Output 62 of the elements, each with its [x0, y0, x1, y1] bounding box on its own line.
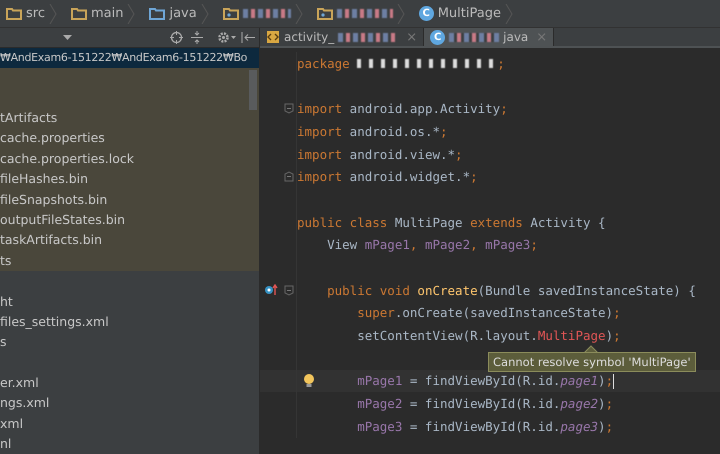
- code-line: mPage3 = findViewById(R.id.page3);: [356, 418, 614, 434]
- chevron-separator-icon: [396, 4, 405, 24]
- chevron-separator-icon: [294, 4, 303, 24]
- tree-item[interactable]: ts: [0, 250, 259, 272]
- tree-item[interactable]: fileSnapshots.bin: [0, 190, 259, 210]
- tree-item[interactable]: er.xml: [0, 373, 259, 394]
- package-folder-icon: [316, 7, 333, 20]
- scrollbar-thumb[interactable]: [249, 70, 257, 110]
- code-line: setContentView(R.layout.MultiPage);: [356, 328, 621, 344]
- tree-item[interactable]: cache.properties: [0, 128, 259, 149]
- code-line: super.onCreate(savedInstanceState);: [356, 305, 621, 320]
- class-icon: C: [430, 30, 446, 44]
- collapse-icon[interactable]: [191, 31, 203, 44]
- gear-icon[interactable]: [217, 31, 237, 44]
- chevron-separator-icon: [127, 4, 136, 24]
- folder-icon: [149, 7, 166, 20]
- dropdown-caret-icon[interactable]: [63, 34, 72, 40]
- chevron-separator-icon: [200, 4, 209, 24]
- breadcrumb-item[interactable]: MultiPage: [438, 6, 501, 21]
- breadcrumb-item[interactable]: src: [26, 6, 45, 21]
- tree-item[interactable]: cache.properties.lock: [0, 148, 259, 170]
- override-icon[interactable]: [264, 284, 278, 296]
- tree-item[interactable]: ngs.xml: [0, 393, 259, 414]
- fold-marker-icon[interactable]: [284, 284, 294, 296]
- class-icon: C: [418, 6, 434, 21]
- breadcrumb-item[interactable]: java: [169, 6, 197, 21]
- tree-item[interactable]: tArtifacts: [0, 108, 259, 128]
- code-line: import android.app.Activity;: [297, 101, 508, 116]
- code-line: package ;: [297, 56, 505, 71]
- code-line: public void onCreate(Bundle savedInstanceState) {: [326, 282, 696, 298]
- tree-item[interactable]: s: [0, 332, 259, 353]
- code-line: mPage2 = findViewById(R.id.page2);: [356, 396, 614, 412]
- chevron-separator-icon: [504, 4, 513, 24]
- breadcrumb-item[interactable]: main: [90, 6, 124, 21]
- fold-marker-icon[interactable]: [284, 103, 294, 114]
- tree-item[interactable]: taskArtifacts.bin: [0, 230, 259, 251]
- redacted-label: [336, 9, 393, 18]
- redacted-label: [449, 32, 500, 42]
- tree-item[interactable]: fileHashes.bin: [0, 169, 259, 190]
- tree-item[interactable]: xml: [0, 414, 259, 434]
- fold-marker-icon[interactable]: [284, 171, 294, 182]
- xml-file-icon: [266, 30, 280, 44]
- code-line: View mPage1, mPage2, mPage3;: [326, 237, 538, 252]
- folder-icon: [6, 7, 22, 20]
- code-line: import android.view.*;: [297, 146, 463, 162]
- tree-item[interactable]: outputFileStates.bin: [0, 210, 259, 230]
- tree-item[interactable]: nl: [0, 434, 259, 454]
- editor-tab[interactable]: C java ×: [424, 28, 554, 46]
- target-icon[interactable]: [170, 31, 183, 44]
- folder-icon: [70, 7, 87, 20]
- hide-panel-icon[interactable]: [241, 32, 255, 43]
- code-line: public class MultiPage extends Activity {: [297, 214, 606, 230]
- tree-item[interactable]: ht: [0, 292, 259, 312]
- tree-item[interactable]: files_settings.xml: [0, 312, 259, 332]
- chevron-separator-icon: [48, 4, 57, 24]
- redacted-label: [242, 9, 291, 18]
- code-line: mPage1 = findViewById(R.id.page1);: [356, 372, 614, 389]
- code-line: import android.os.*;: [297, 124, 448, 139]
- code-line: import android.widget.*;: [297, 169, 478, 184]
- lightbulb-icon[interactable]: [303, 374, 315, 388]
- package-folder-icon: [222, 7, 239, 20]
- tree-path-item[interactable]: ₩AndExam6-151222₩AndExam6-151222₩Bo: [0, 48, 259, 68]
